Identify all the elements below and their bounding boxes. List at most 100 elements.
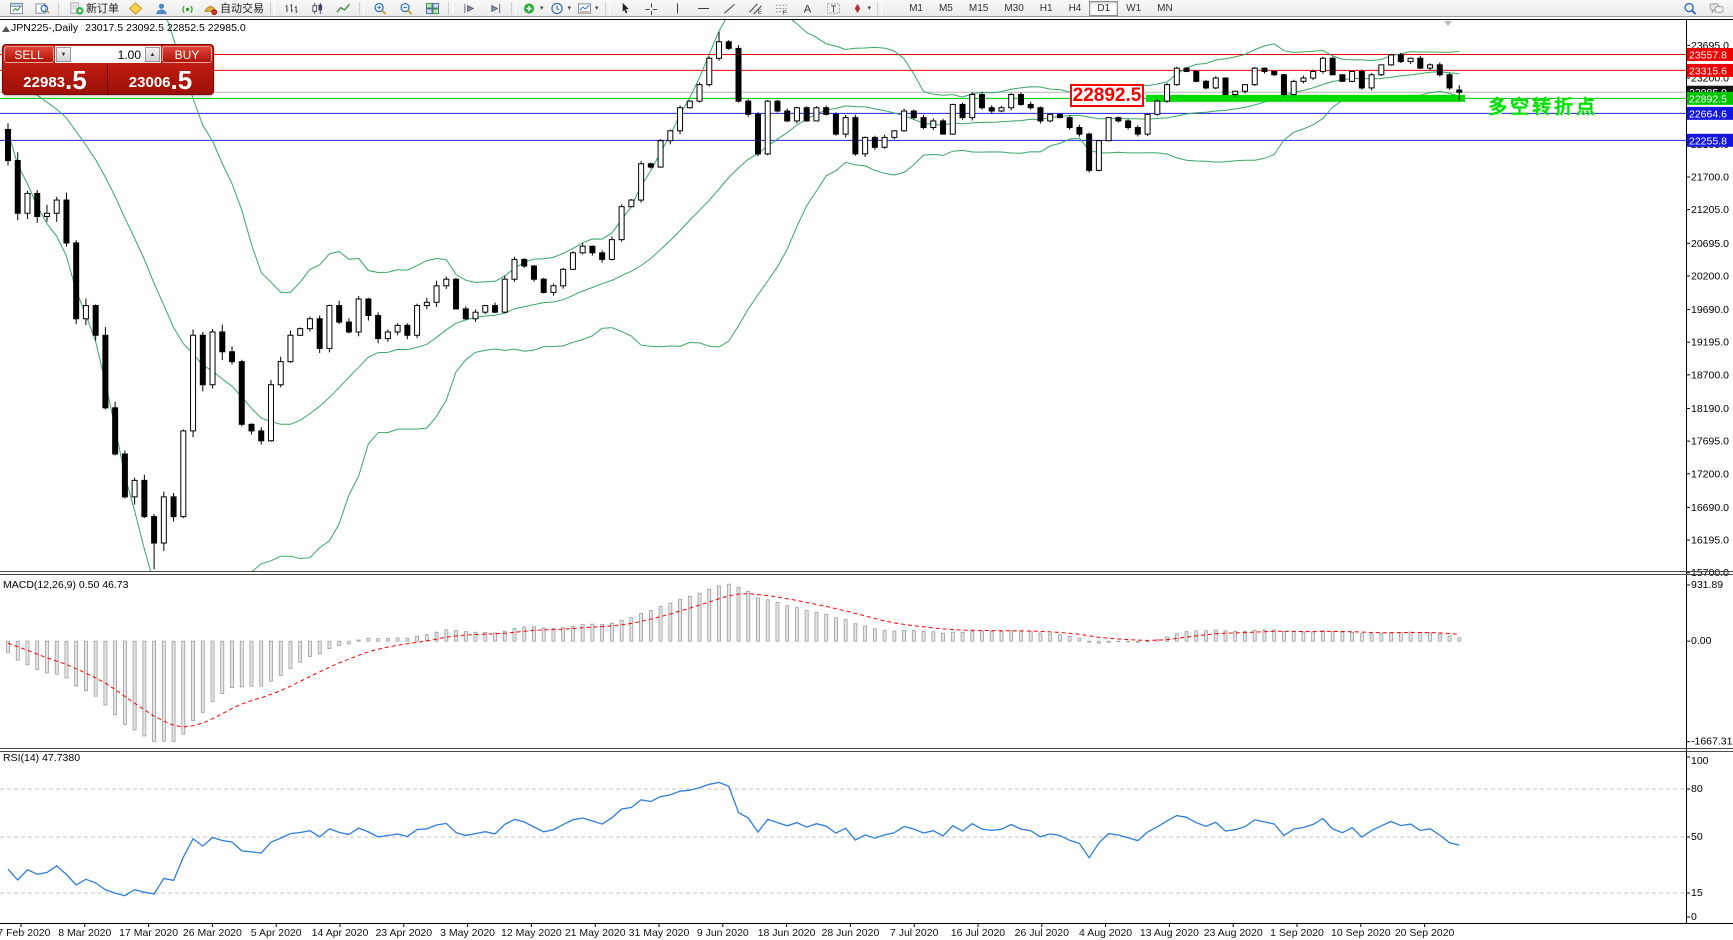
volume-decrease-button[interactable]: ▼ bbox=[56, 47, 71, 62]
periods-icon bbox=[550, 2, 565, 15]
toolbar-right-group bbox=[1677, 0, 1729, 17]
templates-icon bbox=[577, 2, 592, 15]
autotrading-button[interactable]: 自动交易 bbox=[200, 0, 267, 17]
new-order-button[interactable]: 新订单 bbox=[66, 0, 122, 17]
x-axis-date-label: 16 Jul 2020 bbox=[951, 927, 1005, 939]
autotrading-icon bbox=[203, 2, 218, 15]
tile-windows-button[interactable] bbox=[419, 0, 445, 17]
tab-timeframe-w1[interactable]: W1 bbox=[1118, 1, 1149, 16]
buy-price-pip: .5 bbox=[171, 68, 193, 92]
price-level-badge-label: 23315.6 bbox=[1689, 65, 1727, 77]
vertical-line-button[interactable] bbox=[665, 0, 691, 17]
zoom-out-button[interactable] bbox=[393, 0, 419, 17]
chart-shift-marker bbox=[1444, 21, 1452, 26]
text-button[interactable]: A bbox=[795, 0, 821, 17]
toolbar-separator bbox=[605, 2, 610, 15]
x-axis-date-label: 23 Apr 2020 bbox=[375, 927, 432, 939]
mt4-window: 23695.023200.022705.022195.021700.021205… bbox=[0, 0, 1733, 940]
arrows-button[interactable]: ▾ bbox=[847, 0, 875, 17]
rsi-axis-label: 50 bbox=[1691, 831, 1703, 843]
tab-timeframe-m5[interactable]: M5 bbox=[931, 1, 961, 16]
chevron-down-icon: ▾ bbox=[568, 4, 572, 12]
tab-timeframe-h4[interactable]: H4 bbox=[1061, 1, 1090, 16]
price-level-badge-label: 22255.8 bbox=[1689, 135, 1727, 147]
auto-scroll-button[interactable] bbox=[482, 0, 508, 17]
terminal-button[interactable] bbox=[148, 0, 174, 17]
zoom-in-button[interactable] bbox=[367, 0, 393, 17]
chevron-down-icon: ▾ bbox=[868, 4, 872, 12]
one-click-trading-panel: SELL ▼ 1.00 ▲ BUY 22983.5 23006.5 bbox=[2, 44, 214, 95]
tab-timeframe-m1[interactable]: M1 bbox=[901, 1, 931, 16]
vertical-line-icon bbox=[670, 2, 685, 15]
market-watch-icon bbox=[35, 2, 50, 15]
rsi-axis-label: 100 bbox=[1691, 755, 1709, 767]
chart-svg: 23695.023200.022705.022195.021700.021205… bbox=[0, 0, 1733, 940]
y-axis-tick-label: 17695.0 bbox=[1691, 436, 1729, 448]
volume-value[interactable]: 1.00 bbox=[71, 47, 145, 62]
chart-title: JPN225-,Daily23017.5 23092.5 22852.5 229… bbox=[11, 22, 246, 34]
signals-button[interactable] bbox=[174, 0, 200, 17]
y-axis-tick-label: 15700.0 bbox=[1691, 567, 1729, 579]
bollinger-middle-band bbox=[8, 72, 1459, 425]
text-label-button[interactable]: T bbox=[821, 0, 847, 17]
x-axis-date-label: 31 May 2020 bbox=[629, 927, 690, 939]
tab-timeframe-d1[interactable]: D1 bbox=[1089, 1, 1118, 16]
autotrading-label: 自动交易 bbox=[220, 0, 264, 16]
templates-button[interactable]: ▾ bbox=[574, 0, 602, 17]
buy-price-button[interactable]: 23006.5 bbox=[108, 64, 213, 94]
periods-button[interactable]: ▾ bbox=[547, 0, 575, 17]
chart-canvas[interactable]: 23695.023200.022705.022195.021700.021205… bbox=[0, 0, 1733, 940]
x-axis-date-label: 3 May 2020 bbox=[440, 927, 495, 939]
x-axis-date-label: 5 Apr 2020 bbox=[251, 927, 302, 939]
tab-timeframe-h1[interactable]: H1 bbox=[1032, 1, 1061, 16]
horizontal-line-button[interactable] bbox=[691, 0, 717, 17]
tab-timeframe-m30[interactable]: M30 bbox=[996, 1, 1031, 16]
indicators-button[interactable]: ▾ bbox=[519, 0, 547, 17]
chevron-down-icon: ▾ bbox=[595, 4, 599, 12]
market-watch-button[interactable] bbox=[29, 0, 55, 17]
text-label-icon: T bbox=[826, 2, 841, 15]
toolbar-separator bbox=[359, 2, 364, 15]
buy-button[interactable]: BUY bbox=[162, 46, 212, 63]
volume-increase-button[interactable]: ▲ bbox=[145, 47, 160, 62]
svg-text:F: F bbox=[783, 10, 787, 14]
turning-point-annotation[interactable]: 多空转折点 bbox=[1488, 92, 1598, 119]
zoom-in-icon bbox=[373, 2, 388, 15]
search-button[interactable] bbox=[1677, 0, 1703, 17]
macd-axis-label: -1667.31 bbox=[1691, 736, 1733, 748]
one-click-collapse-icon[interactable] bbox=[2, 26, 10, 32]
y-axis-tick-label: 20200.0 bbox=[1691, 270, 1729, 282]
tab-timeframe-mn[interactable]: MN bbox=[1149, 1, 1181, 16]
tab-timeframe-m15[interactable]: M15 bbox=[961, 1, 996, 16]
signals-icon bbox=[180, 2, 195, 15]
x-axis-date-label: 23 Aug 2020 bbox=[1204, 927, 1263, 939]
zoom-out-icon bbox=[399, 2, 414, 15]
metaeditor-button[interactable] bbox=[122, 0, 148, 17]
chart-shift-button[interactable] bbox=[456, 0, 482, 17]
text-icon: A bbox=[800, 2, 815, 15]
macd-indicator-label: MACD(12,26,9) 0.50 46.73 bbox=[3, 579, 129, 591]
trendline-icon bbox=[722, 2, 737, 15]
price-tag-object[interactable]: 22892.5 bbox=[1070, 84, 1144, 107]
indicators-icon bbox=[522, 2, 537, 15]
y-axis-tick-label: 19195.0 bbox=[1691, 337, 1729, 349]
crosshair-button[interactable] bbox=[639, 0, 665, 17]
volume-field[interactable]: ▼ 1.00 ▲ bbox=[55, 46, 161, 63]
equidistant-channel-button[interactable]: E bbox=[743, 0, 769, 17]
chat-button[interactable] bbox=[1703, 0, 1729, 17]
bar-chart-button[interactable] bbox=[278, 0, 304, 17]
buy-price-main: 23006 bbox=[129, 73, 171, 92]
main-price-pane bbox=[0, 0, 1686, 617]
sell-price-button[interactable]: 22983.5 bbox=[3, 64, 108, 94]
line-chart-button[interactable] bbox=[330, 0, 356, 17]
candlestick-chart-button[interactable] bbox=[304, 0, 330, 17]
y-axis-tick-label: 16690.0 bbox=[1691, 502, 1729, 514]
trendline-button[interactable] bbox=[717, 0, 743, 17]
cursor-button[interactable] bbox=[613, 0, 639, 17]
ohlc-values: 23017.5 23092.5 22852.5 22985.0 bbox=[85, 22, 246, 34]
fibonacci-button[interactable]: F bbox=[769, 0, 795, 17]
new-chart-button[interactable] bbox=[3, 0, 29, 17]
sell-button[interactable]: SELL bbox=[4, 46, 54, 63]
toolbar-separator bbox=[58, 2, 63, 15]
new-order-label: 新订单 bbox=[86, 0, 119, 16]
